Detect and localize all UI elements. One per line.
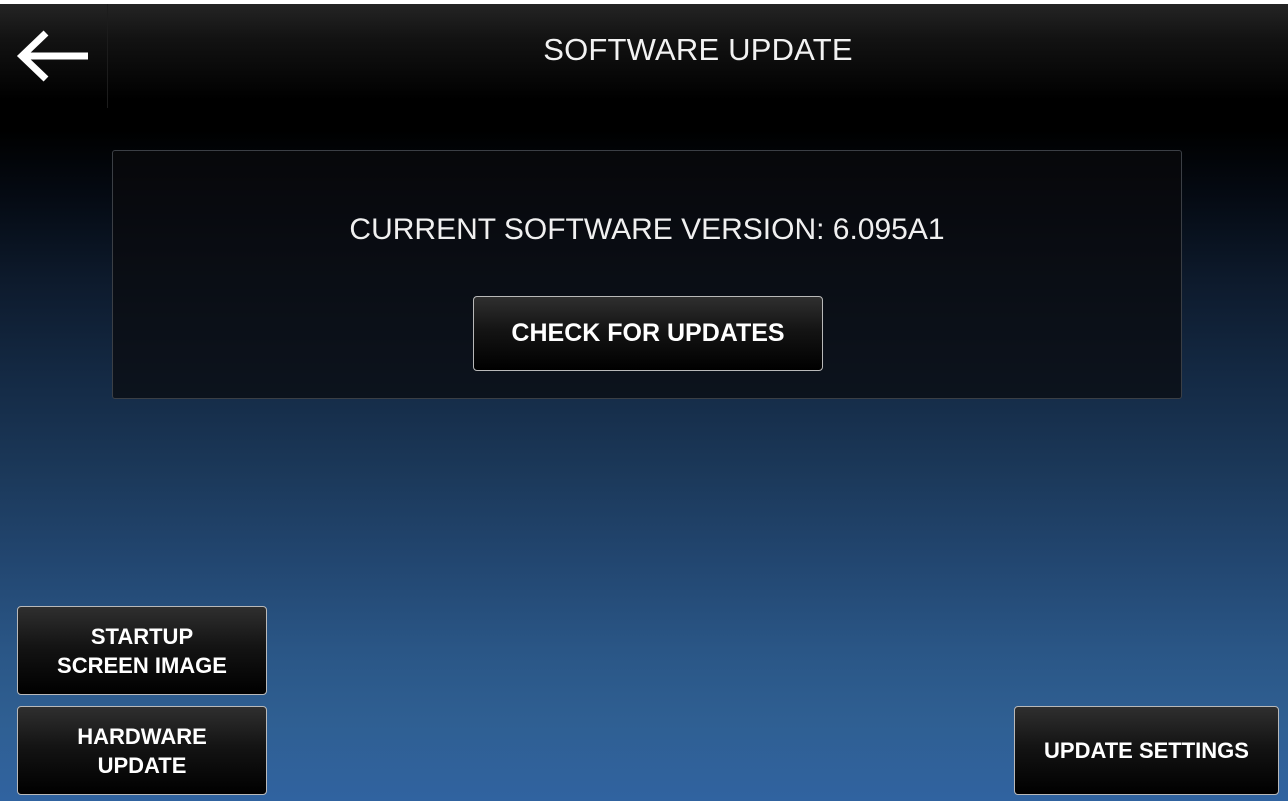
- back-button[interactable]: [0, 4, 108, 108]
- current-version-label: CURRENT SOFTWARE VERSION: 6.095A1: [349, 213, 945, 246]
- startup-screen-image-button[interactable]: STARTUP SCREEN IMAGE: [17, 606, 267, 695]
- version-panel: CURRENT SOFTWARE VERSION: 6.095A1 CHECK …: [112, 150, 1182, 399]
- update-settings-label: UPDATE SETTINGS: [1044, 737, 1249, 763]
- check-for-updates-button[interactable]: CHECK FOR UPDATES: [473, 296, 823, 371]
- page-title: SOFTWARE UPDATE: [543, 32, 853, 67]
- hardware-update-button[interactable]: HARDWARE UPDATE: [17, 706, 267, 795]
- top-edge-line: [0, 0, 1288, 4]
- update-settings-button[interactable]: UPDATE SETTINGS: [1014, 706, 1279, 795]
- startup-screen-image-label: STARTUP SCREEN IMAGE: [57, 623, 227, 678]
- hardware-update-label: HARDWARE UPDATE: [77, 723, 207, 778]
- left-arrow-icon: [16, 30, 88, 82]
- check-for-updates-label: CHECK FOR UPDATES: [511, 319, 785, 347]
